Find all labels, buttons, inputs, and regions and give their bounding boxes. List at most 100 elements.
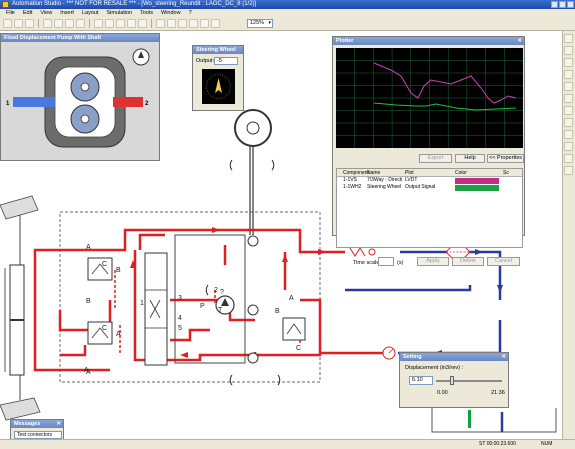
close-icon[interactable]: ✕ bbox=[501, 353, 506, 361]
polyline-tool-icon[interactable] bbox=[564, 82, 573, 91]
slider-max: 21.36 bbox=[491, 390, 505, 396]
relief-valve-upper[interactable] bbox=[87, 257, 113, 281]
undo-icon[interactable] bbox=[76, 19, 85, 28]
ellipse-tool-icon[interactable] bbox=[564, 70, 573, 79]
paste-icon[interactable] bbox=[65, 19, 74, 28]
steering-window-title: Steering Wheel bbox=[193, 46, 243, 54]
relief-valve-right[interactable] bbox=[282, 317, 306, 341]
title-bar: Automation Studio - *** NOT FOR RESALE *… bbox=[0, 0, 575, 9]
row-name: Steering Wheel bbox=[367, 184, 402, 190]
timescale-unit: (s) bbox=[397, 260, 404, 266]
steering-dial[interactable] bbox=[202, 69, 235, 104]
close-icon[interactable]: ✕ bbox=[56, 420, 61, 428]
toolbar-separator bbox=[151, 19, 152, 28]
valve-enclosure bbox=[59, 211, 321, 383]
row-name: 7/3Way - Directi bbox=[367, 177, 403, 183]
toolbar-separator bbox=[38, 19, 39, 28]
displacement-slider-thumb[interactable] bbox=[450, 376, 454, 385]
displacement-slider-track[interactable] bbox=[436, 380, 502, 382]
output-label: Output: bbox=[196, 58, 215, 64]
table-header: Component Name Plot Color Sc bbox=[337, 169, 522, 177]
row-component: 1-1WH2 bbox=[343, 184, 362, 190]
table-row[interactable]: 1-1VS 7/3Way - Directi LVDT bbox=[337, 177, 522, 184]
plot-area[interactable] bbox=[336, 48, 523, 148]
copy-icon[interactable] bbox=[54, 19, 63, 28]
text-tool-icon[interactable] bbox=[564, 94, 573, 103]
rectangle-tool-icon[interactable] bbox=[564, 58, 573, 67]
row-color-swatch[interactable] bbox=[455, 177, 503, 184]
timescale-input[interactable] bbox=[378, 257, 394, 266]
save-icon[interactable] bbox=[25, 19, 34, 28]
select-tool-icon[interactable] bbox=[564, 34, 573, 43]
port-label-c2: C bbox=[102, 325, 107, 332]
row-color-swatch[interactable] bbox=[455, 184, 503, 191]
valve-port-5: 5 bbox=[178, 325, 182, 332]
menu-view[interactable]: View bbox=[40, 9, 52, 17]
group-tool-icon[interactable] bbox=[564, 142, 573, 151]
zoom-in-icon[interactable] bbox=[200, 19, 209, 28]
maximize-button[interactable] bbox=[559, 1, 566, 8]
plot-grid bbox=[336, 48, 523, 148]
open-icon[interactable] bbox=[14, 19, 23, 28]
help-button[interactable]: Help bbox=[455, 154, 485, 163]
setting-window[interactable]: Setting ✕ Displacement (in3/rev) : 6.10 … bbox=[399, 352, 509, 408]
menu-insert[interactable]: Insert bbox=[60, 9, 74, 17]
directional-valve[interactable] bbox=[144, 252, 168, 366]
pause-icon[interactable] bbox=[105, 19, 114, 28]
messages-title-text: Messages bbox=[14, 421, 41, 427]
valve-port-1: 1 bbox=[140, 300, 144, 307]
setting-title-text: Setting bbox=[403, 354, 422, 360]
cut-icon[interactable] bbox=[43, 19, 52, 28]
new-icon[interactable] bbox=[3, 19, 12, 28]
plotter-window[interactable]: Plotter ✕ Export Help << Properties Comp… bbox=[332, 36, 525, 266]
link-tool-icon[interactable] bbox=[564, 166, 573, 175]
menu-help[interactable]: ? bbox=[189, 9, 192, 17]
mirror-tool-icon[interactable] bbox=[564, 130, 573, 139]
line-tool-icon[interactable] bbox=[564, 46, 573, 55]
minimize-button[interactable] bbox=[551, 1, 558, 8]
pressure-gauge[interactable] bbox=[382, 346, 396, 360]
table-row[interactable]: 1-1WH2 Steering Wheel Output Signal bbox=[337, 184, 522, 191]
window-controls bbox=[551, 1, 574, 8]
output-field[interactable]: -5 bbox=[214, 57, 238, 65]
steering-wheel-window[interactable]: Steering Wheel Output: -5 bbox=[192, 45, 244, 111]
port-label-b3: B bbox=[275, 308, 280, 315]
menu-simulation[interactable]: Simulation bbox=[106, 9, 132, 17]
pump-window-title: Fixed Displacement Pump With Shaft bbox=[1, 34, 159, 42]
relief-valve-lower[interactable] bbox=[87, 321, 113, 345]
stop-icon[interactable] bbox=[116, 19, 125, 28]
export-button[interactable]: Export bbox=[419, 154, 452, 163]
toolbar-separator bbox=[89, 19, 90, 28]
delete-button[interactable]: Delete bbox=[452, 257, 484, 266]
align-tool-icon[interactable] bbox=[564, 154, 573, 163]
step-icon[interactable] bbox=[127, 19, 136, 28]
displacement-input[interactable]: 6.10 bbox=[409, 376, 433, 385]
plotter-icon[interactable] bbox=[167, 19, 176, 28]
cancel-button[interactable]: Cancel bbox=[487, 257, 520, 266]
apply-button[interactable]: Apply bbox=[417, 257, 449, 266]
library-icon[interactable] bbox=[156, 19, 165, 28]
menu-window[interactable]: Window bbox=[161, 9, 181, 17]
properties-button[interactable]: << Properties bbox=[487, 154, 524, 163]
steering-cylinder[interactable] bbox=[4, 264, 25, 376]
rotate-tool-icon[interactable] bbox=[564, 118, 573, 127]
zoom-select[interactable]: 125% bbox=[247, 19, 273, 28]
measure-icon[interactable] bbox=[178, 19, 187, 28]
grid-icon[interactable] bbox=[189, 19, 198, 28]
image-tool-icon[interactable] bbox=[564, 106, 573, 115]
slow-motion-icon[interactable] bbox=[138, 19, 147, 28]
play-icon[interactable] bbox=[94, 19, 103, 28]
check-valve[interactable] bbox=[349, 247, 376, 257]
zoom-out-icon[interactable] bbox=[211, 19, 220, 28]
menu-edit[interactable]: Edit bbox=[23, 9, 32, 17]
close-button[interactable] bbox=[567, 1, 574, 8]
menu-tools[interactable]: Tools bbox=[140, 9, 153, 17]
steering-wheel[interactable] bbox=[234, 109, 272, 235]
pump-window[interactable]: Fixed Displacement Pump With Shaft 1 2 bbox=[0, 33, 160, 161]
close-icon[interactable]: ✕ bbox=[517, 37, 522, 45]
menu-layout[interactable]: Layout bbox=[82, 9, 99, 17]
menu-file[interactable]: File bbox=[6, 9, 15, 17]
series-output-line bbox=[373, 102, 517, 111]
messages-filter-select[interactable]: Test connectors bbox=[14, 431, 62, 439]
app-icon bbox=[2, 1, 9, 8]
